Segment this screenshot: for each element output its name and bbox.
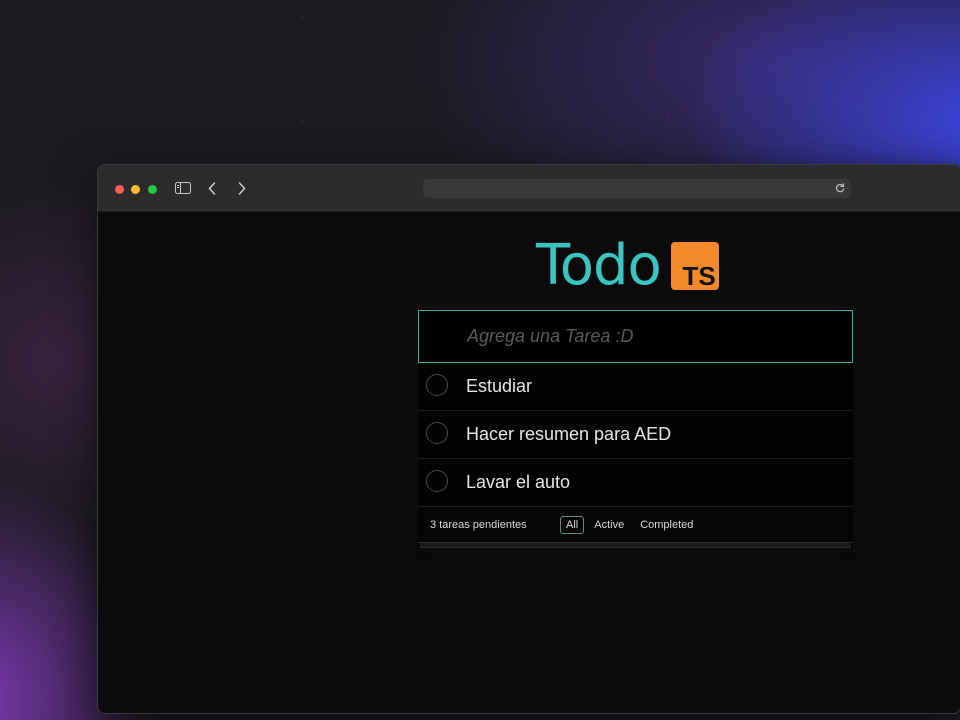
page-content: Todo TS Estudiar Hacer resumen para AED … — [98, 212, 960, 713]
todo-toggle-checkbox[interactable] — [426, 470, 448, 492]
sidebar-icon[interactable] — [174, 179, 192, 197]
minimize-window-button[interactable] — [131, 185, 140, 194]
typescript-badge-text: TS — [682, 261, 716, 291]
todo-label[interactable]: Lavar el auto — [466, 472, 570, 493]
reload-icon[interactable] — [833, 181, 847, 195]
chevron-right-icon[interactable] — [234, 179, 250, 197]
filter-active-button[interactable]: Active — [588, 516, 630, 534]
app-header: Todo TS — [536, 234, 719, 298]
todo-item: Hacer resumen para AED — [418, 411, 853, 459]
background-speck — [668, 116, 669, 117]
filter-group: All Active Completed — [560, 515, 699, 534]
app-title: Todo — [536, 233, 662, 298]
background-speck — [302, 17, 303, 18]
new-todo-input[interactable] — [418, 310, 853, 363]
filter-completed-button[interactable]: Completed — [634, 516, 699, 534]
card-stack-edge — [420, 543, 851, 548]
todo-toggle-checkbox[interactable] — [426, 422, 448, 444]
todo-footer: 3 tareas pendientes All Active Completed — [418, 507, 853, 543]
maximize-window-button[interactable] — [148, 185, 157, 194]
typescript-logo: TS — [670, 242, 719, 291]
todo-card: Estudiar Hacer resumen para AED Lavar el… — [418, 310, 853, 548]
filter-all-button[interactable]: All — [560, 515, 585, 534]
todo-list: Estudiar Hacer resumen para AED Lavar el… — [418, 363, 853, 507]
browser-window: Todo TS Estudiar Hacer resumen para AED … — [97, 164, 960, 714]
todo-label[interactable]: Estudiar — [466, 376, 532, 397]
background-speck — [302, 121, 303, 122]
todo-label[interactable]: Hacer resumen para AED — [466, 424, 671, 445]
chevron-left-icon[interactable] — [204, 179, 220, 197]
address-bar[interactable] — [423, 179, 851, 198]
browser-toolbar — [98, 165, 960, 212]
todo-toggle-checkbox[interactable] — [426, 374, 448, 396]
todo-item: Lavar el auto — [418, 459, 853, 507]
pending-count: 3 tareas pendientes — [430, 518, 527, 531]
todo-item: Estudiar — [418, 363, 853, 411]
close-window-button[interactable] — [115, 185, 124, 194]
